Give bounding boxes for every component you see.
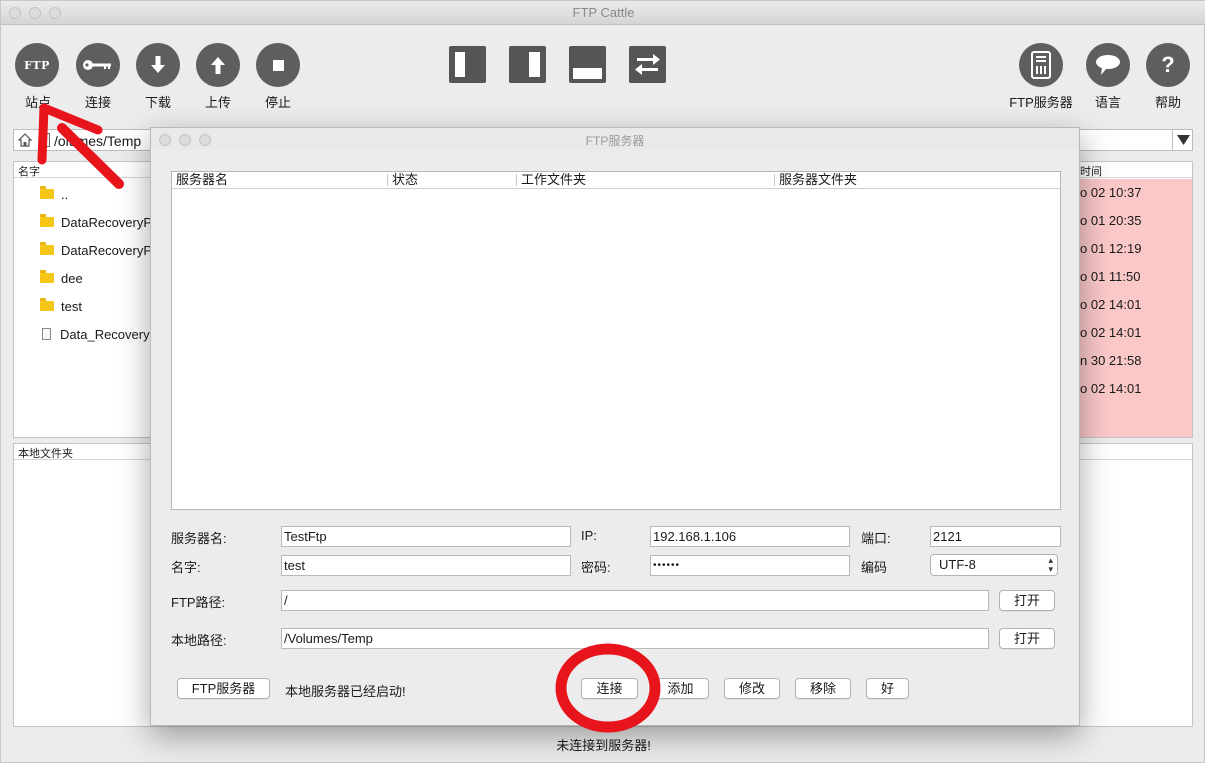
list-item[interactable]: DataRecoveryP <box>40 208 152 236</box>
layout-bottom-icon[interactable] <box>569 46 606 83</box>
stop-button[interactable] <box>256 43 300 87</box>
help-label: 帮助 <box>1154 95 1181 110</box>
ok-button[interactable]: 好 <box>866 678 909 699</box>
port-field[interactable]: 2121 <box>930 526 1061 547</box>
key-icon <box>76 43 120 87</box>
ftp-server-toolbar-button[interactable] <box>1019 43 1063 87</box>
title-bar: FTP Cattle <box>1 1 1205 25</box>
path-text[interactable]: /olumes/Temp <box>54 133 141 149</box>
time-cell: o 01 20:35 <box>1080 213 1142 228</box>
layout-right-icon[interactable] <box>509 46 546 83</box>
folder-icon <box>40 186 54 199</box>
folder-icon <box>40 242 54 255</box>
remove-button[interactable]: 移除 <box>795 678 851 699</box>
local-path-label: 本地路径: <box>171 633 227 648</box>
folder-icon <box>40 298 54 311</box>
stop-icon <box>256 43 300 87</box>
password-field[interactable]: •••••• <box>650 555 850 576</box>
dialog-title: FTP服务器 <box>585 134 645 148</box>
user-label: 名字: <box>171 560 201 575</box>
time-cell: o 02 14:01 <box>1080 381 1142 396</box>
local-server-status: 本地服务器已经启动! <box>285 684 406 699</box>
ip-label: IP: <box>581 528 597 543</box>
column-header-status[interactable]: 状态 <box>392 172 418 189</box>
layout-left-icon[interactable] <box>449 46 486 83</box>
server-icon <box>1019 43 1063 87</box>
server-table[interactable]: 服务器名 状态 工作文件夹 服务器文件夹 <box>171 171 1061 510</box>
folder-icon <box>40 214 54 227</box>
list-item[interactable]: Data_Recovery <box>40 320 152 348</box>
language-button[interactable] <box>1086 43 1130 87</box>
speech-bubble-icon <box>1086 43 1130 87</box>
port-label: 端口: <box>861 531 891 546</box>
list-item[interactable]: dee <box>40 264 152 292</box>
time-cell: o 02 14:01 <box>1080 297 1142 312</box>
file-icon <box>40 133 50 147</box>
time-cell: n 30 21:58 <box>1080 353 1142 368</box>
local-path-field[interactable]: /Volumes/Temp <box>281 628 989 649</box>
time-cell: o 02 10:37 <box>1080 185 1142 200</box>
add-button[interactable]: 添加 <box>652 678 709 699</box>
encoding-select[interactable]: UTF-8 ▴ ▾ <box>930 554 1058 576</box>
download-arrow-icon <box>136 43 180 87</box>
list-item[interactable]: .. <box>40 180 152 208</box>
ftp-server-toolbar-label: FTP服务器 <box>1009 95 1073 110</box>
column-header-server-folder[interactable]: 服务器文件夹 <box>779 172 857 189</box>
ftp-path-field[interactable]: / <box>281 590 989 611</box>
server-name-label: 服务器名: <box>171 531 227 546</box>
time-cell: o 01 12:19 <box>1080 241 1142 256</box>
question-icon: ? <box>1146 43 1190 87</box>
home-icon[interactable] <box>17 133 33 147</box>
ftp-server-dialog: FTP服务器 服务器名 状态 工作文件夹 服务器文件夹 服务器名: TestFt… <box>150 127 1080 726</box>
local-path-open-button[interactable]: 打开 <box>999 628 1055 649</box>
server-name-field[interactable]: TestFtp <box>281 526 571 547</box>
column-header-work-folder[interactable]: 工作文件夹 <box>521 172 586 189</box>
time-cell: o 01 11:50 <box>1080 269 1141 284</box>
ftp-path-open-button[interactable]: 打开 <box>999 590 1055 611</box>
download-button[interactable] <box>136 43 180 87</box>
column-header-server-name[interactable]: 服务器名 <box>176 172 228 189</box>
password-label: 密码: <box>581 560 611 575</box>
list-item[interactable]: DataRecoveryP <box>40 236 152 264</box>
encoding-label: 编码 <box>861 560 888 575</box>
connect-toolbar-button[interactable] <box>76 43 120 87</box>
help-button[interactable]: ? <box>1146 43 1190 87</box>
upload-button[interactable] <box>196 43 240 87</box>
window-title: FTP Cattle <box>572 5 635 20</box>
chevron-updown-icon: ▴ ▾ <box>1048 555 1053 574</box>
modify-button[interactable]: 修改 <box>724 678 780 699</box>
ip-field[interactable]: 192.168.1.106 <box>650 526 850 547</box>
status-text: 未连接到服务器! <box>556 738 651 753</box>
stop-label: 停止 <box>264 95 291 110</box>
swap-icon[interactable] <box>629 46 666 83</box>
connect-button[interactable]: 连接 <box>581 678 638 699</box>
folder-icon <box>40 270 54 283</box>
table-header <box>172 172 1060 189</box>
file-icon <box>42 328 51 340</box>
dialog-title-bar: FTP服务器 <box>151 128 1079 150</box>
dropdown-arrow-icon[interactable] <box>1172 130 1193 150</box>
site-button[interactable]: FTP <box>15 43 59 87</box>
time-column-header[interactable]: 时间 <box>1080 163 1102 179</box>
list-item[interactable]: test <box>40 292 152 320</box>
ftp-path-label: FTP路径: <box>171 595 226 610</box>
user-field[interactable]: test <box>281 555 571 576</box>
upload-arrow-icon <box>196 43 240 87</box>
ftp-icon: FTP <box>15 43 59 87</box>
ftp-server-button[interactable]: FTP服务器 <box>177 678 270 699</box>
time-cell: o 02 14:01 <box>1080 325 1142 340</box>
